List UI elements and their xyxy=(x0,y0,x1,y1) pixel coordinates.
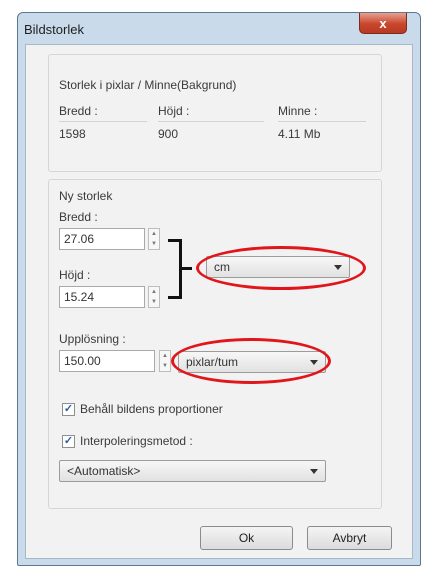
resolution-input[interactable]: 150.00 xyxy=(59,350,155,372)
interpolation-select[interactable]: <Automatisk> xyxy=(59,460,326,482)
spin-down-icon: ▼ xyxy=(151,299,157,305)
pixel-height-label: Höjd : xyxy=(158,104,190,118)
new-width-input[interactable]: 27.06 xyxy=(59,228,145,250)
pixel-size-heading: Storlek i pixlar / Minne(Bakgrund) xyxy=(59,78,237,92)
pixel-width-label: Bredd : xyxy=(59,104,98,118)
keep-proportions-checkbox[interactable]: ✓ xyxy=(62,403,75,416)
interpolation-label[interactable]: Interpoleringsmetod : xyxy=(80,434,193,448)
pixel-height-divider xyxy=(158,121,264,122)
keep-proportions-label[interactable]: Behåll bildens proportioner xyxy=(80,402,223,416)
pixel-width-value: 1598 xyxy=(59,127,86,141)
proportion-link-bracket xyxy=(168,239,182,299)
new-height-input[interactable]: 15.24 xyxy=(59,286,145,308)
dialog-client-area: Storlek i pixlar / Minne(Bakgrund) Bredd… xyxy=(25,44,413,559)
cancel-button[interactable]: Avbryt xyxy=(307,526,392,550)
new-size-heading: Ny storlek xyxy=(59,189,113,203)
spin-down-icon: ▼ xyxy=(162,363,168,369)
close-button[interactable]: x xyxy=(359,13,407,34)
pixel-size-group: Storlek i pixlar / Minne(Bakgrund) Bredd… xyxy=(48,54,382,172)
new-width-spinner[interactable]: ▲ ▼ xyxy=(148,228,160,250)
interpolation-value: <Automatisk> xyxy=(67,464,141,478)
ok-button[interactable]: Ok xyxy=(200,526,293,550)
proportion-link-tick xyxy=(182,267,192,270)
memory-value: 4.11 Mb xyxy=(278,127,321,141)
pixel-width-divider xyxy=(59,121,147,122)
resolution-unit-highlight-circle xyxy=(171,338,331,384)
close-icon: x xyxy=(379,15,387,31)
memory-label: Minne : xyxy=(278,104,318,118)
spin-up-icon: ▲ xyxy=(151,289,157,295)
spin-down-icon: ▼ xyxy=(151,241,157,247)
pixel-height-value: 900 xyxy=(158,127,179,141)
interpolation-checkbox[interactable]: ✓ xyxy=(62,435,75,448)
dialog-title: Bildstorlek xyxy=(24,22,84,37)
spin-up-icon: ▲ xyxy=(162,353,168,359)
chevron-down-icon xyxy=(310,469,318,474)
spin-up-icon: ▲ xyxy=(151,231,157,237)
new-width-label: Bredd : xyxy=(59,210,98,224)
memory-divider xyxy=(278,121,366,122)
dialog-window: Bildstorlek x Storlek i pixlar / Minne(B… xyxy=(17,12,421,566)
new-height-spinner[interactable]: ▲ ▼ xyxy=(148,286,160,308)
resolution-spinner[interactable]: ▲ ▼ xyxy=(159,350,171,372)
new-size-group: Ny storlek Bredd : 27.06 ▲ ▼ Höjd : 15.24… xyxy=(48,179,382,509)
resolution-label: Upplösning : xyxy=(59,332,126,346)
unit-highlight-circle xyxy=(196,246,366,290)
new-height-label: Höjd : xyxy=(59,268,91,282)
